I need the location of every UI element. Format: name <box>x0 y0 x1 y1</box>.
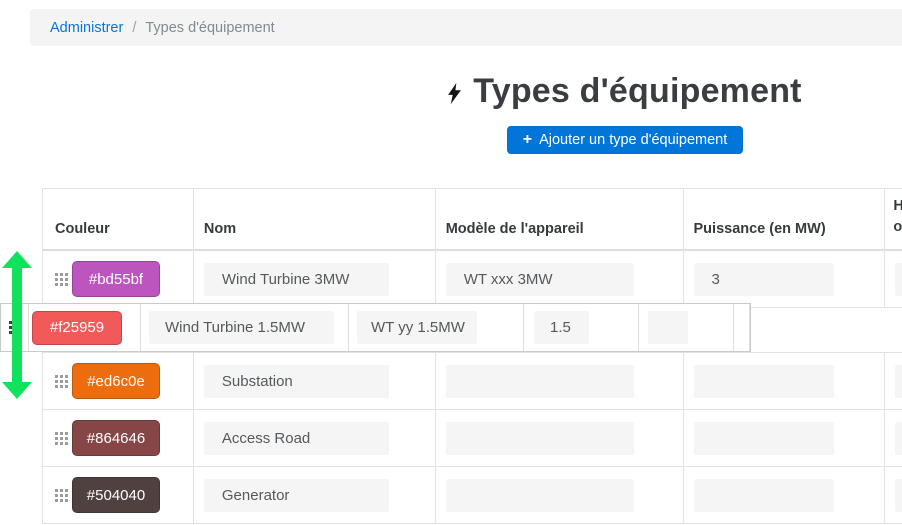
page-title: Types d'équipement <box>473 72 801 111</box>
column-header-truncated: Ha op <box>885 189 902 251</box>
name-input[interactable]: Wind Turbine 3MW <box>204 263 389 296</box>
column-header-truncated-line2: op <box>893 217 902 237</box>
breadcrumb-separator: / <box>132 20 136 36</box>
extra-cell <box>639 304 734 351</box>
breadcrumb: Administrer / Types d'équipement <box>30 9 902 46</box>
couleur-cell: #f25959 <box>29 304 141 351</box>
page-header: Types d'équipement <box>30 72 902 111</box>
power-input[interactable]: 1.5 <box>534 311 589 344</box>
extra-input[interactable] <box>895 365 902 398</box>
extra-cell <box>885 410 902 467</box>
table-row: #504040 Generator <box>43 467 902 524</box>
drag-handle-icon[interactable] <box>55 432 58 435</box>
table-row: #864646 Access Road <box>43 410 902 467</box>
drag-handle-icon[interactable] <box>55 273 58 276</box>
model-input[interactable]: WT yy 1.5MW <box>357 311 477 344</box>
model-input[interactable]: WT xxx 3MW <box>446 263 634 296</box>
column-header-couleur: Couleur <box>43 189 194 251</box>
name-input[interactable]: Substation <box>204 365 389 398</box>
nom-cell: Generator <box>194 467 436 524</box>
color-swatch[interactable]: #f25959 <box>32 311 122 345</box>
table-row: #bd55bf Wind Turbine 3MW WT xxx 3MW 3 <box>43 251 902 308</box>
color-swatch[interactable]: #bd55bf <box>72 261 160 297</box>
dragged-row[interactable]: #f25959 Wind Turbine 1.5MW WT yy 1.5MW 1… <box>0 303 751 352</box>
model-input[interactable] <box>446 422 634 455</box>
couleur-cell: #504040 <box>43 467 194 524</box>
puissance-cell <box>684 353 886 410</box>
couleur-cell: #bd55bf <box>43 251 194 308</box>
modele-cell <box>436 410 684 467</box>
extra-cell <box>885 251 902 308</box>
drag-handle-icon[interactable] <box>55 375 58 378</box>
extra-input[interactable] <box>895 479 902 512</box>
table-row: #ed6c0e Substation <box>43 353 902 410</box>
extra-input[interactable] <box>648 311 688 344</box>
power-input[interactable] <box>694 422 834 455</box>
column-header-modele: Modèle de l'appareil <box>436 189 684 251</box>
column-header-truncated-line1: Ha <box>893 196 902 216</box>
puissance-cell: 1.5 <box>524 304 639 351</box>
name-input[interactable]: Access Road <box>204 422 389 455</box>
breadcrumb-current: Types d'équipement <box>145 20 274 36</box>
button-row: + Ajouter un type d'équipement <box>30 126 902 154</box>
nom-cell: Access Road <box>194 410 436 467</box>
empty-cell <box>734 304 750 351</box>
modele-cell: WT xxx 3MW <box>436 251 684 308</box>
column-header-puissance: Puissance (en MW) <box>684 189 886 251</box>
name-input[interactable]: Generator <box>204 479 389 512</box>
extra-input[interactable] <box>895 422 902 455</box>
power-input[interactable] <box>694 365 834 398</box>
power-input[interactable]: 3 <box>694 263 834 296</box>
add-equipment-type-button[interactable]: + Ajouter un type d'équipement <box>507 126 744 154</box>
nom-cell: Wind Turbine 1.5MW <box>141 304 349 351</box>
breadcrumb-link-administrer[interactable]: Administrer <box>50 20 123 36</box>
nom-cell: Wind Turbine 3MW <box>194 251 436 308</box>
color-swatch[interactable]: #864646 <box>72 420 160 456</box>
puissance-cell <box>684 467 886 524</box>
puissance-cell <box>684 410 886 467</box>
puissance-cell: 3 <box>684 251 886 308</box>
modele-cell: WT yy 1.5MW <box>349 304 524 351</box>
model-input[interactable] <box>446 479 634 512</box>
couleur-cell: #ed6c0e <box>43 353 194 410</box>
table-header-row: Couleur Nom Modèle de l'appareil Puissan… <box>43 189 902 251</box>
model-input[interactable] <box>446 365 634 398</box>
add-button-label: Ajouter un type d'équipement <box>539 132 727 148</box>
modele-cell <box>436 353 684 410</box>
modele-cell <box>436 467 684 524</box>
name-input[interactable]: Wind Turbine 1.5MW <box>149 311 334 344</box>
equipment-types-table: Couleur Nom Modèle de l'appareil Puissan… <box>42 188 902 524</box>
couleur-cell: #864646 <box>43 410 194 467</box>
power-input[interactable] <box>694 479 834 512</box>
bolt-icon <box>448 83 461 104</box>
extra-cell <box>885 353 902 410</box>
color-swatch[interactable]: #504040 <box>72 477 160 513</box>
drag-handle-icon[interactable] <box>55 489 58 492</box>
drag-direction-arrow-icon <box>2 251 32 399</box>
column-header-nom: Nom <box>194 189 436 251</box>
plus-icon: + <box>523 132 532 148</box>
nom-cell: Substation <box>194 353 436 410</box>
extra-input[interactable] <box>895 263 902 296</box>
extra-cell <box>885 467 902 524</box>
color-swatch[interactable]: #ed6c0e <box>72 363 160 399</box>
